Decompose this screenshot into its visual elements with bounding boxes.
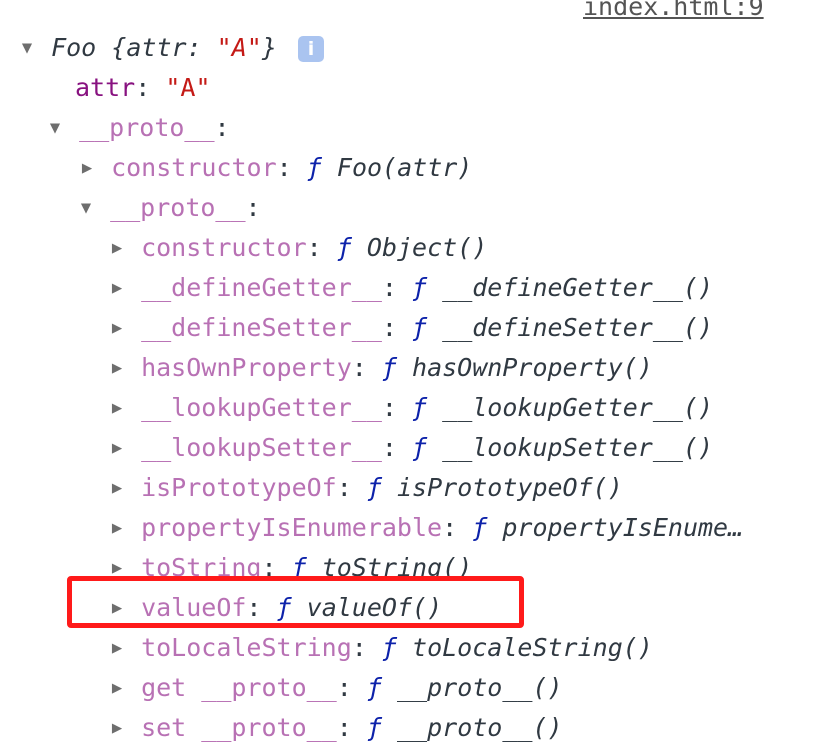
triangle-right-icon[interactable]: ▶	[78, 148, 96, 188]
triangle-right-icon[interactable]: ▶	[108, 708, 126, 748]
property-key: __lookupGetter__	[141, 393, 382, 422]
property-colon: :	[442, 513, 458, 542]
tree-row-set-proto[interactable]: ▶ set __proto__: ƒ __proto__()	[108, 708, 563, 748]
function-mark: ƒ	[336, 233, 352, 262]
tree-row-get-proto[interactable]: ▶ get __proto__: ƒ __proto__()	[108, 668, 563, 708]
property-colon: :	[381, 313, 397, 342]
tree-row-constructor-object[interactable]: ▶ constructor: ƒ Object()	[108, 228, 487, 268]
function-name: __defineGetter__()	[442, 273, 714, 302]
tree-row-define-getter[interactable]: ▶ __defineGetter__: ƒ __defineGetter__()	[108, 268, 713, 308]
property-key: constructor	[141, 233, 307, 262]
function-name: toLocaleString()	[412, 633, 653, 662]
tree-row-constructor-foo[interactable]: ▶ constructor: ƒ Foo(attr)	[78, 148, 472, 188]
function-mark: ƒ	[381, 633, 397, 662]
highlight-annotation-box	[67, 576, 524, 628]
property-key: propertyIsEnumerable	[141, 513, 443, 542]
object-preview: {attr: "A"}	[111, 33, 277, 62]
tree-row-define-setter[interactable]: ▶ __defineSetter__: ƒ __defineSetter__()	[108, 308, 713, 348]
property-key: __proto__	[110, 193, 246, 222]
tree-row-root[interactable]: ▼ Foo {attr: "A"} i	[18, 28, 324, 68]
info-icon[interactable]: i	[297, 36, 324, 62]
tree-row-proto-1[interactable]: ▼ __proto__:	[46, 108, 230, 148]
function-name: isPrototypeOf()	[396, 473, 623, 502]
property-key: attr	[75, 73, 136, 102]
function-name: __lookupGetter__()	[442, 393, 714, 422]
triangle-right-icon[interactable]: ▶	[108, 628, 126, 668]
property-colon: :	[306, 233, 322, 262]
function-mark: ƒ	[472, 513, 488, 542]
property-key: get __proto__	[141, 673, 337, 702]
property-colon: :	[336, 713, 352, 742]
tree-row-lookup-getter[interactable]: ▶ __lookupGetter__: ƒ __lookupGetter__()	[108, 388, 713, 428]
property-colon: :	[245, 193, 261, 222]
triangle-right-icon[interactable]: ▶	[108, 388, 126, 428]
property-colon: :	[381, 393, 397, 422]
function-mark: ƒ	[366, 673, 382, 702]
triangle-down-icon[interactable]: ▼	[46, 108, 64, 148]
tree-row-has-own-property[interactable]: ▶ hasOwnProperty: ƒ hasOwnProperty()	[108, 348, 653, 388]
property-value: "A"	[165, 73, 211, 102]
function-name: Object()	[366, 233, 488, 262]
function-mark: ƒ	[412, 393, 428, 422]
function-mark: ƒ	[306, 153, 322, 182]
tree-row-property-is-enumerable[interactable]: ▶ propertyIsEnumerable: ƒ propertyIsEnum…	[108, 508, 743, 548]
function-name: __proto__()	[396, 673, 563, 702]
property-key: __defineSetter__	[141, 313, 382, 342]
property-key: __proto__	[79, 113, 215, 142]
function-mark: ƒ	[366, 713, 382, 742]
tree-row-to-locale-string[interactable]: ▶ toLocaleString: ƒ toLocaleString()	[108, 628, 653, 668]
object-class-name: Foo	[51, 33, 97, 62]
triangle-right-icon[interactable]: ▶	[108, 668, 126, 708]
triangle-down-icon[interactable]: ▼	[18, 28, 36, 68]
triangle-right-icon[interactable]: ▶	[108, 428, 126, 468]
function-name: propertyIsEnume…	[502, 513, 744, 542]
property-colon: :	[214, 113, 230, 142]
property-colon: :	[381, 273, 397, 302]
function-name: hasOwnProperty()	[412, 353, 653, 382]
triangle-right-icon[interactable]: ▶	[108, 268, 126, 308]
property-key: constructor	[111, 153, 277, 182]
property-colon: :	[351, 633, 367, 662]
function-mark: ƒ	[412, 273, 428, 302]
property-key: __defineGetter__	[141, 273, 382, 302]
triangle-right-icon[interactable]: ▶	[108, 228, 126, 268]
function-name: Foo(attr)	[336, 153, 473, 182]
tree-row-is-prototype-of[interactable]: ▶ isPrototypeOf: ƒ isPrototypeOf()	[108, 468, 623, 508]
triangle-right-icon[interactable]: ▶	[108, 308, 126, 348]
tree-row-proto-2[interactable]: ▼ __proto__:	[77, 188, 261, 228]
tree-row-lookup-setter[interactable]: ▶ __lookupSetter__: ƒ __lookupSetter__()	[108, 428, 713, 468]
function-name: __lookupSetter__()	[442, 433, 714, 462]
property-colon: :	[336, 473, 352, 502]
source-link[interactable]: index.html:9	[583, 0, 764, 21]
property-key: isPrototypeOf	[141, 473, 337, 502]
property-key: set __proto__	[141, 713, 337, 742]
property-key: hasOwnProperty	[141, 353, 352, 382]
property-colon: :	[336, 673, 352, 702]
property-key: __lookupSetter__	[141, 433, 382, 462]
function-mark: ƒ	[412, 313, 428, 342]
triangle-down-icon[interactable]: ▼	[77, 188, 95, 228]
function-name: __proto__()	[396, 713, 563, 742]
triangle-right-icon[interactable]: ▶	[108, 468, 126, 508]
function-name: __defineSetter__()	[442, 313, 714, 342]
property-colon: :	[135, 73, 151, 102]
function-mark: ƒ	[366, 473, 382, 502]
property-colon: :	[381, 433, 397, 462]
triangle-right-icon[interactable]: ▶	[108, 348, 126, 388]
property-colon: :	[276, 153, 292, 182]
triangle-right-icon[interactable]: ▶	[108, 508, 126, 548]
function-mark: ƒ	[412, 433, 428, 462]
function-mark: ƒ	[381, 353, 397, 382]
property-key: toLocaleString	[141, 633, 352, 662]
property-colon: :	[351, 353, 367, 382]
tree-row-attr: attr: "A"	[75, 68, 211, 108]
